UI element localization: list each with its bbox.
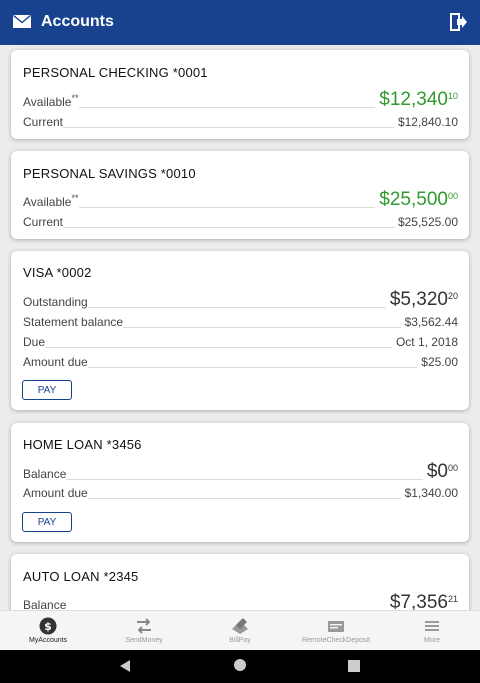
- row-label: Outstanding: [23, 295, 88, 309]
- tab-label: More: [424, 637, 440, 644]
- app-bar: Accounts: [0, 0, 480, 45]
- account-card-auto-loan[interactable]: AUTO LOAN *2345 Balance $7,35621: [11, 554, 469, 610]
- row-label: Current: [23, 115, 64, 129]
- available-balance: $25,50000: [375, 189, 458, 211]
- amount-due: $1,340.00: [400, 486, 458, 500]
- account-row: Available** $12,34010: [23, 85, 458, 111]
- account-card-checking[interactable]: PERSONAL CHECKING *0001 Available** $12,…: [11, 50, 469, 139]
- row-label: Current: [23, 215, 64, 229]
- svg-text:$: $: [44, 620, 52, 633]
- home-icon[interactable]: [233, 658, 247, 672]
- account-name: AUTO LOAN *2345: [23, 569, 139, 584]
- account-card-home-loan[interactable]: HOME LOAN *3456 Balance $000 Amount due …: [11, 423, 469, 542]
- account-row: Balance $7,35621: [23, 588, 458, 610]
- tab-send-money[interactable]: SendMoney: [96, 611, 192, 650]
- account-row: Due Oct 1, 2018: [23, 331, 458, 351]
- footnote-marker: **: [71, 193, 79, 203]
- available-balance: $12,34010: [375, 89, 458, 111]
- tab-more[interactable]: More: [384, 611, 480, 650]
- account-name: PERSONAL SAVINGS *0010: [23, 166, 196, 181]
- logout-icon[interactable]: [449, 12, 467, 32]
- dollar-circle-icon: $: [39, 617, 57, 635]
- row-label: Available: [23, 195, 72, 209]
- transfer-arrows-icon: [137, 618, 151, 634]
- tab-my-accounts[interactable]: $ MyAccounts: [0, 611, 96, 650]
- account-row: Available** $25,50000: [23, 185, 458, 211]
- row-label: Amount due: [23, 486, 88, 500]
- footnote-marker: **: [71, 93, 79, 103]
- statement-balance: $3,562.44: [400, 315, 458, 329]
- row-label: Available: [23, 95, 72, 109]
- back-icon[interactable]: [119, 659, 131, 673]
- account-card-visa[interactable]: VISA *0002 Outstanding $5,32020 Statemen…: [11, 251, 469, 410]
- loan-balance: $000: [422, 461, 458, 483]
- account-row: Balance $000: [23, 457, 458, 483]
- tab-remote-check-deposit[interactable]: RemoteCheckDeposit: [288, 611, 384, 650]
- loan-balance: $7,35621: [385, 592, 458, 610]
- due-date: Oct 1, 2018: [391, 335, 458, 349]
- menu-icon: [425, 621, 439, 631]
- row-label: Statement balance: [23, 315, 124, 329]
- account-row: Current $12,840.10: [23, 111, 458, 131]
- mail-icon[interactable]: [13, 15, 31, 28]
- account-row: Amount due $25.00: [23, 351, 458, 371]
- account-row: Outstanding $5,32020: [23, 285, 458, 311]
- row-label: Balance: [23, 467, 67, 481]
- tab-label: BillPay: [229, 637, 251, 644]
- pay-button[interactable]: PAY: [22, 380, 72, 400]
- account-row: Current $25,525.00: [23, 211, 458, 231]
- tab-label: MyAccounts: [28, 637, 68, 644]
- account-name: HOME LOAN *3456: [23, 437, 142, 452]
- account-name: PERSONAL CHECKING *0001: [23, 65, 208, 80]
- page-title: Accounts: [41, 13, 114, 30]
- row-label: Amount due: [23, 355, 88, 369]
- current-balance: $12,840.10: [393, 115, 458, 129]
- current-balance: $25,525.00: [393, 215, 458, 229]
- bottom-tab-bar: $ MyAccounts SendMoney BillPay RemoteChe…: [0, 610, 480, 650]
- tab-label: SendMoney: [125, 637, 163, 644]
- bill-icon: [232, 618, 248, 634]
- outstanding-balance: $5,32020: [385, 289, 458, 311]
- row-label: Balance: [23, 598, 67, 610]
- recents-icon[interactable]: [348, 660, 360, 672]
- pay-button[interactable]: PAY: [22, 512, 72, 532]
- amount-due: $25.00: [417, 355, 458, 369]
- account-row: Statement balance $3,562.44: [23, 311, 458, 331]
- row-label: Due: [23, 335, 46, 349]
- system-nav-bar: [0, 650, 480, 683]
- tab-label: RemoteCheckDeposit: [301, 637, 371, 644]
- account-name: VISA *0002: [23, 265, 92, 280]
- account-row: Amount due $1,340.00: [23, 482, 458, 502]
- tab-bill-pay[interactable]: BillPay: [192, 611, 288, 650]
- check-icon: [328, 621, 344, 632]
- accounts-list[interactable]: PERSONAL CHECKING *0001 Available** $12,…: [0, 45, 480, 610]
- account-card-savings[interactable]: PERSONAL SAVINGS *0010 Available** $25,5…: [11, 151, 469, 239]
